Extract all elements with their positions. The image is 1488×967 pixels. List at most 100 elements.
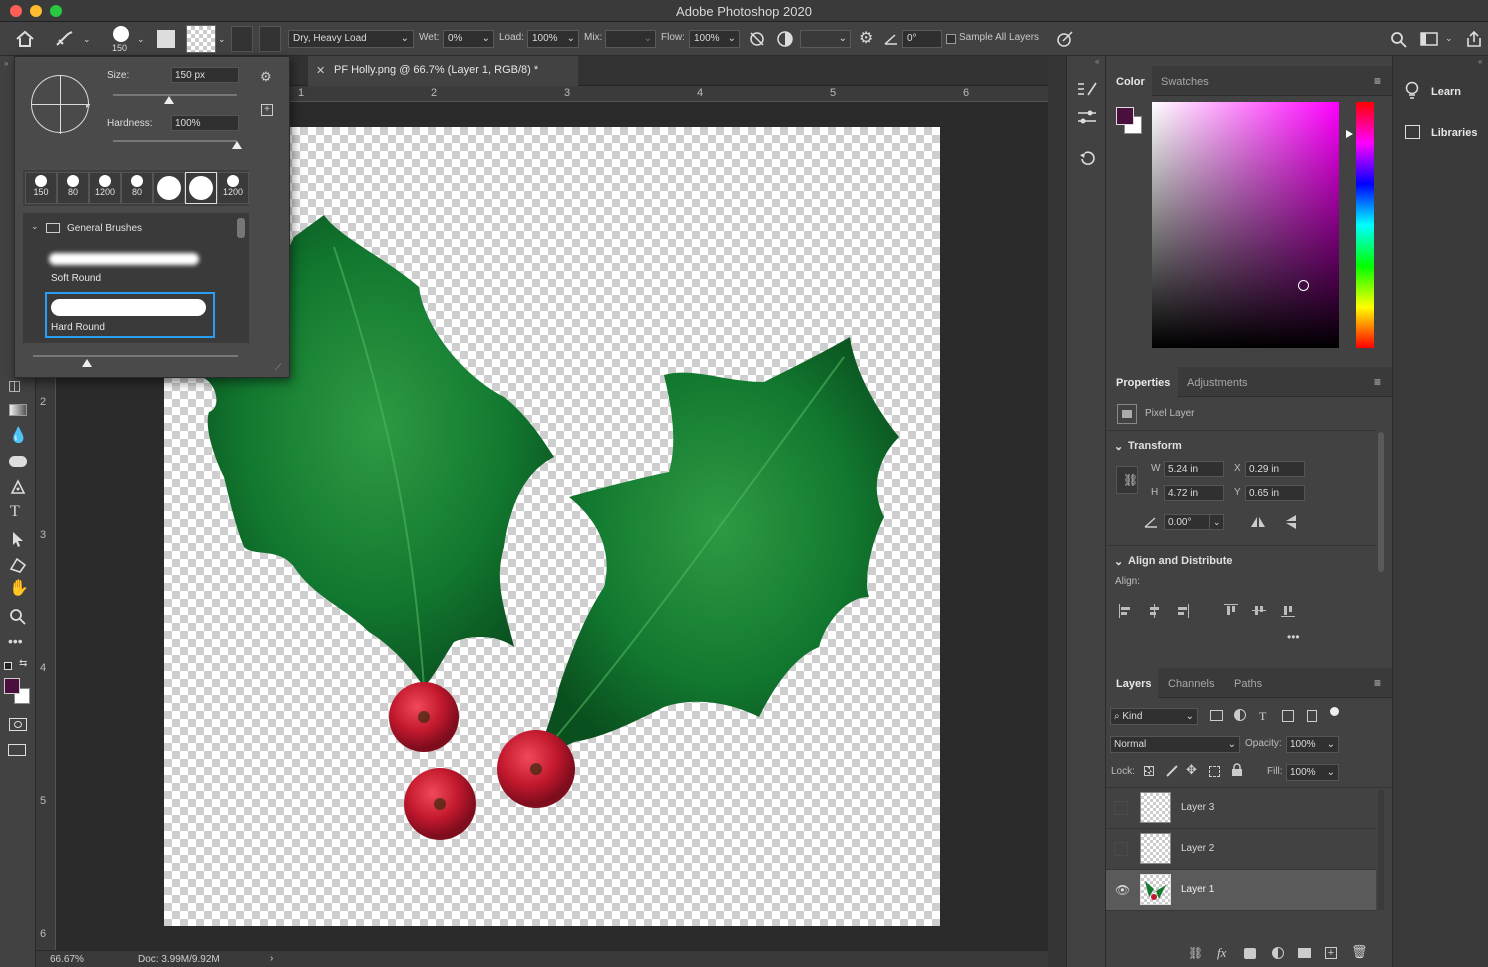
align-bottom-icon[interactable] [1281,604,1295,618]
brush-item-soft-round[interactable]: Soft Round [45,245,215,289]
brush-preset[interactable]: 80 [121,172,153,204]
brush-item-hard-round[interactable]: Hard Round [45,292,215,338]
default-colors-icon[interactable] [4,662,12,670]
airbrush-icon[interactable] [747,30,767,48]
trash-icon[interactable]: 🗑 [1351,944,1368,960]
filter-pixel-icon[interactable] [1210,710,1223,721]
brush-preset[interactable] [185,172,217,204]
panel-menu-icon[interactable]: ≡ [1374,375,1381,389]
layer-row-selected[interactable]: 👁 Layer 1 [1106,870,1376,911]
load-chevron-icon[interactable]: ⌄ [218,35,226,44]
tab-adjustments[interactable]: Adjustments [1187,367,1267,397]
new-layer-icon[interactable]: + [1325,947,1337,959]
workspace-icon[interactable] [1420,32,1438,46]
tab-layers[interactable]: Layers [1106,668,1158,698]
add-mask-icon[interactable] [1244,948,1256,959]
search-icon[interactable] [1390,31,1408,49]
brush-combination-select[interactable]: Dry, Heavy Load ⌄ [288,30,414,48]
load-field[interactable]: 100% ⌄ [527,30,579,48]
hue-slider[interactable] [1356,102,1374,348]
swap-colors-icon[interactable]: ⇆ [19,659,27,669]
wet-field[interactable]: 0% ⌄ [443,30,494,48]
brush-list-scrollbar[interactable] [237,218,245,238]
rotation-field[interactable]: 0.00° [1164,514,1210,530]
flow-field[interactable]: 100% ⌄ [689,30,740,48]
hand-tool-icon[interactable]: ✋ [9,581,29,597]
home-icon[interactable] [15,30,35,48]
more-tools-icon[interactable]: ••• [8,634,23,648]
align-section-chevron-icon[interactable]: ⌄ [1114,555,1123,568]
mix-field[interactable]: ⌄ [605,30,656,48]
dodge-tool-icon[interactable] [9,456,27,467]
brush-preset[interactable]: 150 [25,172,57,204]
filter-adjustment-icon[interactable] [1234,709,1246,721]
align-center-vertical-icon[interactable] [1252,604,1266,618]
preview-size-slider-thumb[interactable] [82,359,92,367]
foreground-color-swatch[interactable] [4,678,20,694]
panel-menu-icon[interactable]: ≡ [1374,676,1381,690]
layer-name[interactable]: Layer 3 [1181,802,1214,813]
panel-menu-icon[interactable]: ≡ [1374,74,1381,88]
lock-artboard-icon[interactable] [1209,766,1220,777]
layer-visibility-toggle[interactable] [1114,801,1128,815]
collapse-strip-icon[interactable]: « [1095,57,1099,66]
eraser-tool-icon[interactable]: ◫ [8,378,21,392]
sample-all-layers-checkbox[interactable] [946,34,956,44]
brush-preset[interactable]: 80 [57,172,89,204]
brush-picker-chevron-icon[interactable]: ⌄ [137,35,145,44]
size-slider-thumb[interactable] [163,96,174,104]
properties-scrollbar[interactable] [1378,432,1384,572]
quick-mask-icon[interactable] [9,718,27,731]
layer-name[interactable]: Layer 2 [1181,843,1214,854]
gear-icon[interactable]: ⚙ [859,31,873,47]
custom-shape-tool-icon[interactable] [8,556,28,574]
new-group-icon[interactable] [1298,948,1311,958]
fill-field[interactable]: 100% ⌄ [1286,764,1339,781]
pen-tool-icon[interactable] [9,478,27,496]
layer-row[interactable]: Layer 3 [1106,788,1376,829]
y-position-field[interactable]: 0.65 in [1245,485,1305,501]
expand-toolbar-icon[interactable]: » [4,60,8,68]
brush-preset[interactable]: 1200 [89,172,121,204]
lock-pixels-icon[interactable] [1165,764,1179,778]
tab-color[interactable]: Color [1106,66,1152,96]
width-field[interactable]: 5.24 in [1164,461,1224,477]
lock-all-icon[interactable] [1231,763,1243,777]
x-position-field[interactable]: 0.29 in [1245,461,1305,477]
hue-slider-handle[interactable] [1346,130,1353,138]
tab-channels[interactable]: Channels [1168,668,1228,698]
lock-position-icon[interactable]: ✥ [1186,762,1197,778]
adjustment-layer-icon[interactable] [1272,947,1284,959]
tab-properties[interactable]: Properties [1106,367,1178,397]
brush-angle-field[interactable]: 0° [902,30,942,48]
align-top-icon[interactable] [1224,604,1238,618]
brush-presets-panel-icon[interactable] [1076,108,1098,126]
filter-toggle-icon[interactable] [1330,707,1339,716]
align-center-horizontal-icon[interactable] [1148,604,1162,618]
link-dimensions-icon[interactable]: ⛓ [1116,466,1138,494]
path-selection-tool-icon[interactable] [10,530,26,548]
clean-brush-icon[interactable] [259,26,281,52]
more-options-icon[interactable]: ••• [1287,630,1300,644]
layer-filter-select[interactable]: ⌕ Kind ⌄ [1110,708,1198,725]
layer-row[interactable]: Layer 2 [1106,829,1376,870]
close-tab-icon[interactable]: ✕ [316,64,325,77]
tab-paths[interactable]: Paths [1234,668,1274,698]
size-slider-track[interactable] [113,94,237,96]
chevron-down-icon[interactable]: ⌄ [31,221,39,232]
screen-mode-icon[interactable] [8,744,26,756]
blend-mode-select[interactable]: Normal ⌄ [1110,736,1240,753]
filter-type-icon[interactable]: T [1259,709,1266,724]
document-tab[interactable]: ✕ PF Holly.png @ 66.7% (Layer 1, RGB/8) … [308,56,578,86]
color-picker-cursor[interactable] [1298,280,1309,291]
eye-icon[interactable]: 👁 [1115,883,1130,897]
height-field[interactable]: 4.72 in [1164,485,1224,501]
brush-preset[interactable] [153,172,185,204]
saturation-brightness-field[interactable] [1152,102,1339,348]
preview-size-slider-track[interactable] [33,355,238,357]
layers-scrollbar[interactable] [1378,790,1384,910]
tab-swatches[interactable]: Swatches [1161,66,1231,96]
layer-visibility-toggle[interactable] [1114,842,1128,856]
gear-icon[interactable]: ⚙ [260,69,272,85]
workspace-chevron-icon[interactable]: ⌄ [1445,34,1453,43]
